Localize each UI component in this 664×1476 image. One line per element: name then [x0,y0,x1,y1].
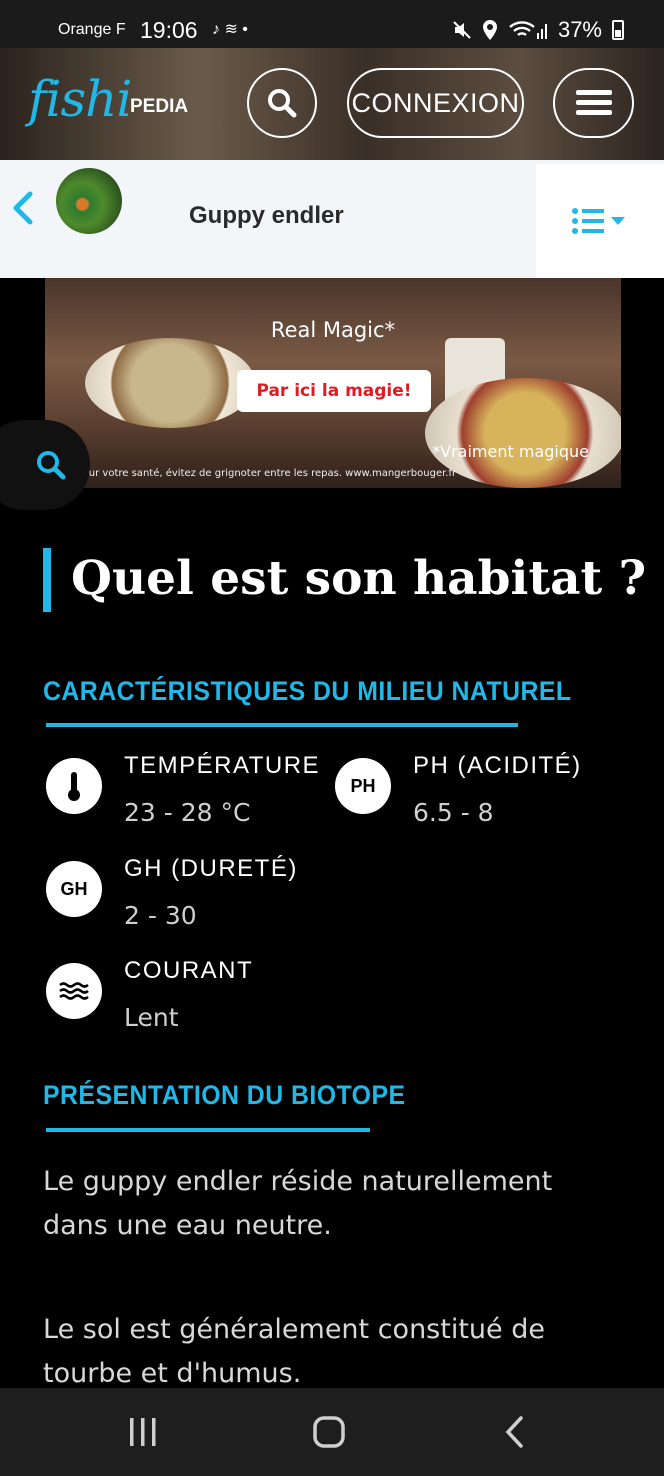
table-of-contents-button[interactable] [536,164,664,278]
search-icon [268,89,297,118]
site-logo[interactable]: fishi PEDIA [28,70,208,142]
param-value: 23 - 28 °C [124,798,251,827]
header-search-button[interactable] [247,68,317,138]
species-name: Guppy endler [189,202,344,229]
clock: 19:06 [140,17,198,43]
ad-food-plate [85,338,255,428]
system-nav-bar [0,1388,664,1476]
thermometer-icon [46,758,102,814]
hamburger-icon [575,90,612,115]
notification-icons: ♪ ≋ • [212,21,248,38]
param-value: 2 - 30 [124,901,197,930]
home-button[interactable] [299,1410,359,1454]
location-icon [482,20,497,40]
biotope-paragraph: Le guppy endler réside naturellement dan… [43,1166,553,1241]
battery-percent: 37% [557,17,602,42]
param-label: TEMPÉRATURE [124,752,321,779]
ad-cta-button[interactable]: Par ici la magie! [237,370,431,412]
logo-fishi-text: fishi [28,70,132,128]
carrier-label: Orange F [58,21,126,38]
milieu-heading-underline [46,723,518,727]
param-value: Lent [124,1003,179,1032]
species-bar: Guppy endler [0,160,664,278]
param-label: PH (ACIDITÉ) [413,752,582,779]
system-icons: 37% [452,17,624,43]
advertisement-banner[interactable]: Real Magic* Par ici la magie! *Vraiment … [45,278,621,488]
back-button[interactable] [485,1410,545,1454]
ad-note: *Vraiment magique [432,442,589,461]
menu-button[interactable] [553,68,634,138]
waves-icon [46,963,102,1019]
home-icon [313,1416,345,1448]
param-label: COURANT [124,957,254,984]
wifi-icon [509,21,547,39]
ph-icon: PH [335,758,391,814]
section-title: Quel est son habitat ? [43,548,646,612]
mute-icon [453,21,471,39]
recent-apps-button[interactable] [113,1410,173,1454]
ad-legal-text: Pour votre santé, évitez de grignoter en… [77,468,457,479]
param-value: 6.5 - 8 [413,798,494,827]
floating-search-button[interactable] [0,420,90,510]
status-bar: Orange F 19:06 ♪ ≋ • 37% [0,0,664,48]
list-dropdown-icon [572,208,625,234]
param-label: GH (DURETÉ) [124,855,298,882]
milieu-heading: CARACTÉRISTIQUES DU MILIEU NATUREL [43,676,572,706]
recent-apps-icon [130,1418,156,1446]
logo-pedia-text: PEDIA [130,96,189,117]
species-avatar [56,168,122,234]
ad-tagline: Real Magic* [270,318,396,342]
login-button[interactable]: CONNEXION [347,68,524,138]
search-icon [37,451,66,480]
back-icon [505,1416,523,1448]
biotope-heading-underline [46,1128,370,1132]
battery-icon [612,20,624,40]
biotope-paragraph: Le sol est généralement constitué de tou… [43,1314,545,1389]
back-arrow-icon[interactable] [8,188,36,228]
gh-icon: GH [46,861,102,917]
biotope-heading: PRÉSENTATION DU BIOTOPE [43,1080,406,1110]
site-header: fishi PEDIA CONNEXION [0,48,664,160]
